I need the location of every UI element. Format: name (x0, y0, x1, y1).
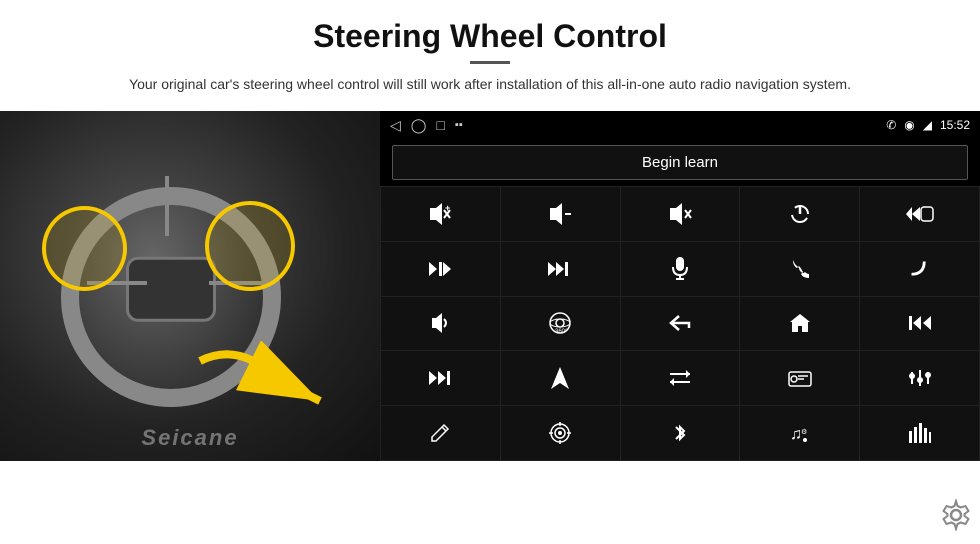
home-nav-icon[interactable]: ◯ (411, 117, 427, 134)
location-status-icon: ◉ (904, 118, 914, 132)
back-button[interactable] (621, 297, 740, 351)
settings-corner[interactable] (940, 499, 972, 536)
highlight-circle-right (205, 201, 295, 291)
vol-up-button[interactable]: + (381, 187, 500, 241)
fast-forward-button[interactable] (501, 242, 620, 296)
spoke-top (165, 176, 169, 236)
power-button[interactable] (740, 187, 859, 241)
navigation-button[interactable] (501, 351, 620, 405)
view-360-button[interactable]: 360° (501, 297, 620, 351)
back-nav-icon[interactable]: ◁ (390, 117, 401, 134)
prev-track-button[interactable] (860, 297, 979, 351)
overview-nav-icon[interactable]: □ (436, 117, 444, 133)
radio-button[interactable] (740, 351, 859, 405)
control-panel: ◁ ◯ □ ▪▪ ✆ ◉ ◢ 15:52 Begin learn (380, 111, 980, 461)
steering-wheel-inner (126, 257, 216, 322)
yellow-arrow (180, 341, 340, 421)
svg-text:+: + (445, 203, 450, 213)
wifi-status-icon: ◢ (923, 118, 932, 132)
seicane-watermark: Seicane (141, 425, 238, 451)
page-header: Steering Wheel Control Your original car… (0, 0, 980, 105)
horn-button[interactable] (381, 297, 500, 351)
switch-button[interactable] (621, 351, 740, 405)
image-panel: Seicane (0, 111, 380, 461)
skip-forward-button[interactable] (381, 351, 500, 405)
signal-icon: ▪▪ (455, 119, 463, 131)
prev-phone-button[interactable] (860, 187, 979, 241)
title-divider (470, 61, 510, 64)
target-button[interactable] (501, 406, 620, 460)
status-bar-right: ✆ ◉ ◢ 15:52 (886, 118, 970, 132)
mute-button[interactable] (621, 187, 740, 241)
svg-text:360°: 360° (555, 329, 568, 335)
time-display: 15:52 (940, 118, 970, 132)
subtitle: Your original car's steering wheel contr… (110, 74, 870, 95)
controls-grid: + (380, 186, 980, 461)
call-button[interactable] (740, 242, 859, 296)
page-title: Steering Wheel Control (60, 18, 920, 55)
mic-button[interactable] (621, 242, 740, 296)
svg-text:⚙: ⚙ (801, 428, 807, 436)
content-area: Seicane ◁ ◯ □ ▪▪ ✆ ◉ ◢ 15:52 (0, 111, 980, 544)
vol-down-button[interactable] (501, 187, 620, 241)
steering-wheel-image: Seicane (0, 111, 380, 461)
pen-button[interactable] (381, 406, 500, 460)
gear-icon[interactable] (940, 499, 972, 531)
bluetooth-button[interactable] (621, 406, 740, 460)
status-bar-left: ◁ ◯ □ ▪▪ (390, 117, 463, 134)
next-button[interactable] (381, 242, 500, 296)
end-call-button[interactable] (860, 242, 979, 296)
highlight-circle-left (42, 206, 127, 291)
home-button[interactable] (740, 297, 859, 351)
equalizer-button[interactable] (860, 351, 979, 405)
music-button[interactable]: ♫⚙ (740, 406, 859, 460)
begin-learn-button[interactable]: Begin learn (392, 145, 968, 180)
begin-learn-row: Begin learn (380, 139, 980, 186)
spectrum-button[interactable] (860, 406, 979, 460)
status-bar: ◁ ◯ □ ▪▪ ✆ ◉ ◢ 15:52 (380, 111, 980, 139)
phone-status-icon: ✆ (886, 118, 896, 132)
